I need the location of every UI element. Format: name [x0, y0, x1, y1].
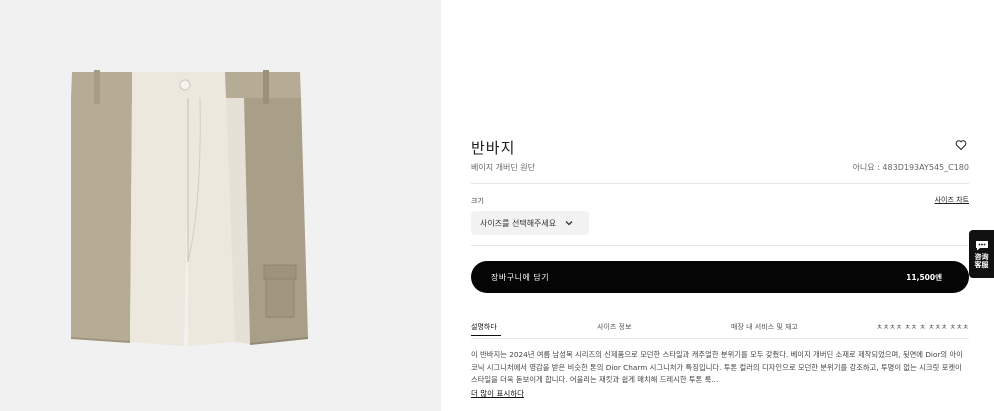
product-reference: 아니요 : 483D193AY545_C180 — [852, 163, 969, 172]
chat-label-line1: 咨询 — [974, 252, 989, 261]
chat-label: 咨询 客服 — [975, 253, 989, 269]
detail-tabs: 설명하다 사이즈 정보 매장 내 서비스 및 재고 ㅊㅊㅊㅊ ㅊㅊ ㅊ ㅊㅊㅊ … — [471, 322, 969, 336]
product-subtitle: 베이지 개버딘 원단 — [471, 163, 535, 172]
add-to-cart-button[interactable]: 장바구니에 담기 11,500엔 — [471, 261, 969, 293]
customer-service-chat-button[interactable]: 咨询 客服 — [969, 230, 994, 278]
size-chart-link[interactable]: 사이즈 차트 — [935, 195, 969, 205]
product-page: 반바지 베이지 개버딘 원단 아니요 : 483D193AY545_C180 크… — [0, 0, 994, 411]
active-tab-indicator — [471, 335, 501, 336]
tab-store-services[interactable]: 매장 내 서비스 및 재고 — [731, 322, 798, 332]
tab-size-info[interactable]: 사이즈 정보 — [597, 322, 631, 332]
price-label: 11,500엔 — [906, 272, 942, 282]
add-to-cart-label: 장바구니에 담기 — [491, 272, 550, 282]
product-detail-panel: 반바지 베이지 개버딘 원단 아니요 : 483D193AY545_C180 크… — [471, 0, 969, 411]
size-label: 크기 — [471, 197, 484, 205]
heart-icon[interactable] — [955, 139, 967, 151]
product-description: 이 반바지는 2024년 여름 남성복 시리즈의 신제품으로 모던한 스타일과 … — [471, 350, 963, 384]
size-select-dropdown[interactable]: 사이즈를 선택해주세요 — [471, 211, 589, 235]
divider — [471, 183, 969, 184]
product-title: 반바지 — [471, 139, 516, 157]
size-select-label: 사이즈를 선택해주세요 — [480, 218, 557, 228]
product-image-shorts — [70, 70, 309, 346]
tab-other[interactable]: ㅊㅊㅊㅊ ㅊㅊ ㅊ ㅊㅊㅊ ㅊㅊㅊ — [876, 322, 969, 332]
product-image-area[interactable] — [0, 0, 441, 411]
chevron-down-icon — [565, 221, 573, 226]
chat-label-line2: 客服 — [974, 260, 989, 269]
divider — [471, 338, 969, 339]
show-more-link[interactable]: 더 많이 표시하다 — [471, 388, 524, 399]
chat-bubble-icon — [975, 240, 988, 250]
divider — [471, 245, 969, 246]
tab-description[interactable]: 설명하다 — [471, 322, 497, 332]
